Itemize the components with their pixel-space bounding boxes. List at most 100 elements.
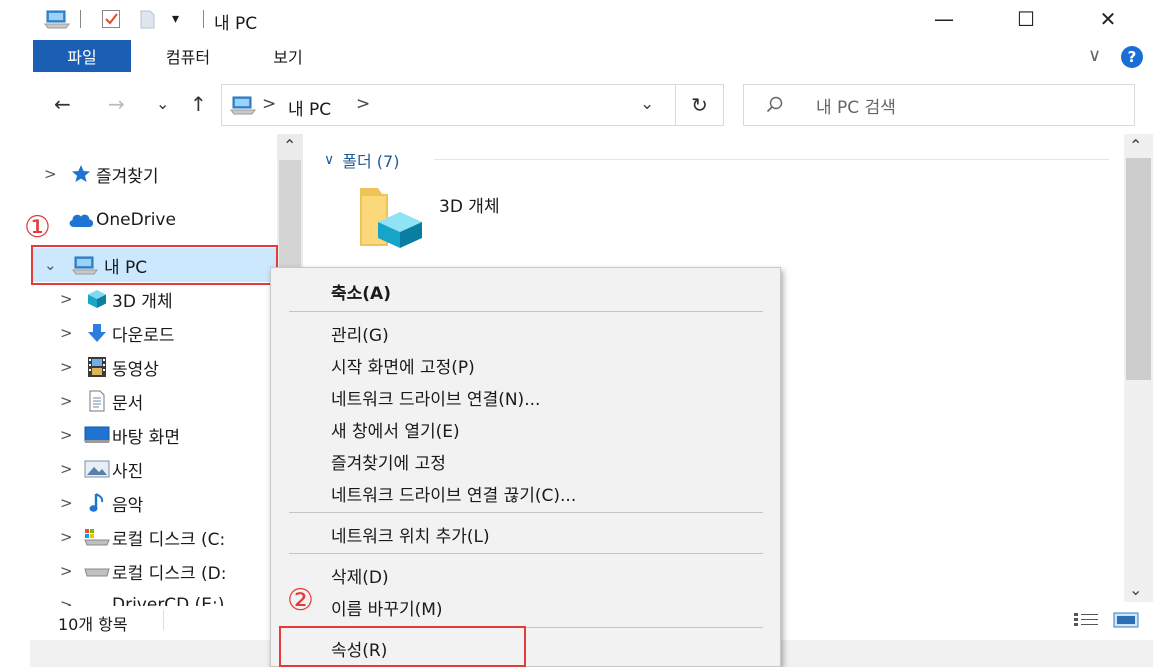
- breadcrumb-separator[interactable]: >: [262, 94, 276, 114]
- refresh-button[interactable]: ↻: [676, 84, 724, 126]
- quick-access-dropdown-icon[interactable]: ▾: [172, 8, 179, 30]
- search-icon: [766, 96, 788, 114]
- sidebar-item-desktop[interactable]: > 바탕 화면: [60, 419, 180, 451]
- star-icon: [66, 164, 96, 184]
- menu-item-collapse[interactable]: 축소(A): [331, 276, 391, 306]
- address-dropdown-icon[interactable]: ⌄: [640, 94, 654, 114]
- up-button[interactable]: ↑: [190, 92, 207, 116]
- recent-locations-button[interactable]: ⌄: [156, 94, 169, 113]
- sidebar-item-cd-drive-clip: > DriverCD (E:): [60, 589, 277, 606]
- help-icon[interactable]: ?: [1121, 46, 1143, 68]
- content-scroll-thumb[interactable]: [1126, 158, 1151, 380]
- menu-separator: [289, 311, 763, 312]
- chevron-right-icon[interactable]: >: [60, 392, 82, 410]
- sidebar-item-label: 음악: [112, 495, 144, 516]
- chevron-right-icon[interactable]: >: [60, 494, 82, 512]
- forward-button[interactable]: →: [108, 92, 125, 116]
- sidebar-item-label: 문서: [112, 393, 144, 414]
- group-header-folders[interactable]: ∨ 폴더 (7): [324, 148, 399, 172]
- highlight-box-properties: [279, 626, 526, 667]
- menu-item-pin-to-quick-access[interactable]: 즐겨찾기에 고정: [331, 446, 446, 476]
- group-header-label: 폴더 (7): [342, 152, 400, 171]
- folder-label-3d-objects[interactable]: 3D 개체: [439, 192, 500, 217]
- maximize-button[interactable]: ☐: [996, 0, 1056, 38]
- chevron-right-icon[interactable]: >: [44, 165, 66, 183]
- sidebar-item-documents[interactable]: > 문서: [60, 385, 143, 417]
- ribbon-expand-icon[interactable]: ∨: [1088, 45, 1101, 66]
- menu-item-open-new-window[interactable]: 새 창에서 열기(E): [331, 414, 460, 444]
- sidebar-item-downloads[interactable]: > 다운로드: [60, 317, 175, 349]
- sidebar-item-music[interactable]: > 음악: [60, 487, 143, 519]
- tab-file[interactable]: 파일: [33, 40, 131, 72]
- pc-icon: [230, 95, 256, 119]
- chevron-right-icon[interactable]: >: [60, 562, 82, 580]
- sidebar-item-cd-drive[interactable]: > DriverCD (E:): [60, 589, 224, 606]
- large-icons-view-icon[interactable]: [1113, 612, 1139, 632]
- tab-view[interactable]: 보기: [256, 40, 320, 72]
- menu-item-add-network-location[interactable]: 네트워크 위치 추가(L): [331, 519, 490, 549]
- chevron-right-icon[interactable]: >: [60, 358, 82, 376]
- chevron-right-icon[interactable]: >: [60, 596, 82, 606]
- sidebar-item-local-disk-d[interactable]: > 로컬 디스크 (D:: [60, 555, 226, 587]
- sidebar-item-label: 다운로드: [112, 325, 175, 346]
- tab-computer[interactable]: 컴퓨터: [148, 40, 228, 72]
- new-folder-icon[interactable]: [138, 8, 156, 30]
- title-bar: ▾ 내 PC — ☐ ✕: [0, 0, 1153, 38]
- music-icon: [82, 492, 112, 514]
- drive-d-icon: [82, 564, 112, 578]
- content-scroll-up-icon[interactable]: ⌃: [1129, 136, 1142, 155]
- address-bar[interactable]: > 내 PC > ⌄: [221, 84, 676, 126]
- status-separator: [163, 610, 164, 630]
- minimize-button[interactable]: —: [914, 0, 974, 38]
- group-divider: [434, 159, 1109, 160]
- highlight-box-this-pc: [31, 245, 278, 285]
- breadcrumb-trailing-separator[interactable]: >: [356, 94, 370, 114]
- sidebar-item-onedrive[interactable]: OneDrive: [44, 204, 176, 236]
- chevron-right-icon[interactable]: >: [60, 528, 82, 546]
- search-box[interactable]: 내 PC 검색: [743, 84, 1135, 126]
- desktop-icon: [82, 426, 112, 444]
- close-button[interactable]: ✕: [1078, 0, 1138, 38]
- back-button[interactable]: ←: [54, 92, 71, 116]
- properties-check-icon[interactable]: [101, 8, 121, 30]
- step-2-annotation: ②: [287, 583, 314, 618]
- sidebar-item-local-disk-c[interactable]: > 로컬 디스크 (C:: [60, 521, 225, 553]
- sidebar-item-label: 로컬 디스크 (D:: [112, 563, 227, 584]
- pc-icon[interactable]: [44, 8, 70, 30]
- picture-icon: [82, 460, 112, 478]
- sidebar-item-3d-objects[interactable]: > 3D 개체: [60, 283, 173, 315]
- sidebar-item-videos[interactable]: > 동영상: [60, 351, 159, 383]
- breadcrumb-pc[interactable]: 내 PC: [288, 95, 331, 120]
- step-1-annotation: ①: [24, 210, 51, 245]
- menu-item-manage[interactable]: 관리(G): [331, 318, 389, 348]
- chevron-right-icon[interactable]: >: [60, 290, 82, 308]
- context-menu: 축소(A) 관리(G) 시작 화면에 고정(P) 네트워크 드라이브 연결(N)…: [270, 267, 781, 667]
- chevron-right-icon[interactable]: >: [60, 426, 82, 444]
- nav-scroll-up-icon[interactable]: ⌃: [283, 136, 296, 155]
- menu-item-rename[interactable]: 이름 바꾸기(M): [331, 592, 443, 622]
- sidebar-item-label: 바탕 화면: [112, 427, 180, 448]
- menu-separator: [289, 553, 763, 554]
- menu-item-map-network-drive[interactable]: 네트워크 드라이브 연결(N)...: [331, 382, 540, 412]
- menu-item-delete[interactable]: 삭제(D): [331, 560, 389, 590]
- chevron-right-icon[interactable]: >: [60, 324, 82, 342]
- sidebar-item-label: 로컬 디스크 (C:: [112, 529, 226, 550]
- sidebar-item-label: 3D 개체: [112, 291, 173, 312]
- download-icon: [82, 322, 112, 344]
- search-placeholder: 내 PC 검색: [816, 97, 896, 118]
- sidebar-item-label: 사진: [112, 461, 144, 482]
- details-view-icon[interactable]: [1073, 612, 1099, 632]
- content-scroll-down-icon[interactable]: ⌄: [1129, 580, 1142, 599]
- menu-item-disconnect-network-drive[interactable]: 네트워크 드라이브 연결 끊기(C)...: [331, 478, 576, 508]
- window-title: 내 PC: [214, 14, 258, 34]
- group-collapse-icon[interactable]: ∨: [324, 152, 334, 168]
- cube-icon: [82, 288, 112, 310]
- chevron-right-icon[interactable]: >: [60, 460, 82, 478]
- separator: [80, 10, 81, 28]
- cloud-icon: [66, 211, 96, 229]
- 3d-objects-folder-icon[interactable]: [356, 184, 428, 254]
- menu-item-pin-to-start[interactable]: 시작 화면에 고정(P): [331, 350, 475, 380]
- sidebar-item-favorites[interactable]: > 즐겨찾기: [44, 158, 159, 190]
- item-count: 10개 항목: [58, 615, 128, 634]
- sidebar-item-pictures[interactable]: > 사진: [60, 453, 143, 485]
